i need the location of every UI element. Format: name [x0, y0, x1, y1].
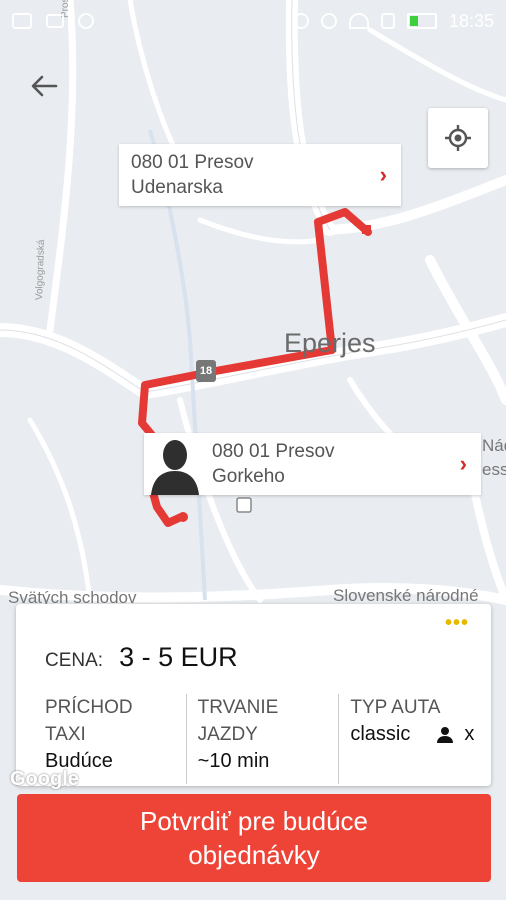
person-silhouette-icon	[151, 440, 199, 495]
origin-marker	[178, 512, 188, 522]
wifi-icon	[348, 13, 369, 29]
arrival-label-2: TAXI	[45, 724, 86, 745]
confirm-order-button[interactable]: Potvrdiť pre budúce objednávky	[17, 794, 491, 882]
back-arrow-icon	[31, 75, 58, 97]
map-label-slovenske: Slovenské národné	[333, 586, 479, 605]
clock: 18:35	[448, 10, 494, 31]
battery-icon	[406, 13, 437, 29]
ride-details: PRÍCHOD TAXI Budúce TRVANIE JAZDY ~10 mi…	[16, 694, 491, 784]
person-icon	[437, 726, 454, 743]
my-location-icon	[445, 125, 471, 151]
price-value: 3 - 5 EUR	[119, 642, 238, 672]
arrival-label-1: PRÍCHOD	[45, 697, 133, 718]
road-shield: 18	[196, 360, 216, 382]
duration-label-2: JAZDY	[197, 724, 258, 745]
gallery-icon	[12, 13, 32, 29]
more-options-icon[interactable]: •••	[445, 612, 469, 635]
chevron-right-icon: ›	[459, 451, 467, 476]
confirm-line-1: Potvrdiť pre budúce	[140, 806, 368, 836]
status-bar: 18:35	[0, 0, 506, 42]
confirm-line-2: objednávky	[188, 840, 320, 870]
destination-callout[interactable]: 080 01 Presov Udenarska ›	[119, 144, 401, 206]
location-pin-icon	[78, 13, 94, 29]
car-type-label: TYP AUTA	[350, 697, 441, 718]
price-row: CENA: 3 - 5 EUR	[45, 642, 238, 673]
mail-icon	[46, 14, 64, 28]
price-label: CENA:	[45, 650, 104, 671]
gps-icon	[292, 13, 309, 29]
sim-card-icon	[380, 13, 395, 29]
city-label: Eperjes	[284, 328, 376, 358]
google-logo: Google	[10, 768, 79, 790]
duration-label-1: TRVANIE	[197, 697, 279, 718]
car-type-row: classic x	[350, 721, 491, 748]
duration-column: TRVANIE JAZDY ~10 min	[185, 694, 339, 784]
destination-marker	[362, 225, 371, 234]
car-type-column[interactable]: TYP AUTA classic x	[338, 694, 491, 784]
origin-callout[interactable]: 080 01 Presov Gorkeho ›	[144, 433, 481, 495]
map-label-essy: essy	[482, 460, 506, 479]
my-location-button[interactable]	[428, 108, 488, 168]
car-type-value: classic	[350, 723, 411, 745]
origin-line-2: Gorkeho	[212, 466, 285, 487]
duration-value: ~10 min	[197, 750, 270, 772]
map-label-nado: Nádo	[482, 436, 506, 455]
back-button[interactable]	[24, 66, 64, 106]
destination-line-2: Udenarska	[131, 177, 223, 198]
passenger-count: x	[464, 723, 475, 745]
origin-line-1: 080 01 Presov	[212, 441, 335, 462]
moon-icon	[320, 13, 337, 29]
chevron-right-icon: ›	[379, 162, 387, 187]
transit-icon	[236, 497, 252, 513]
destination-line-1: 080 01 Presov	[131, 152, 254, 173]
ride-info-card: ••• CENA: 3 - 5 EUR PRÍCHOD TAXI Budúce …	[16, 604, 491, 786]
road-label-volgogradska: Volgogradská	[34, 239, 48, 301]
avatar	[144, 433, 206, 495]
